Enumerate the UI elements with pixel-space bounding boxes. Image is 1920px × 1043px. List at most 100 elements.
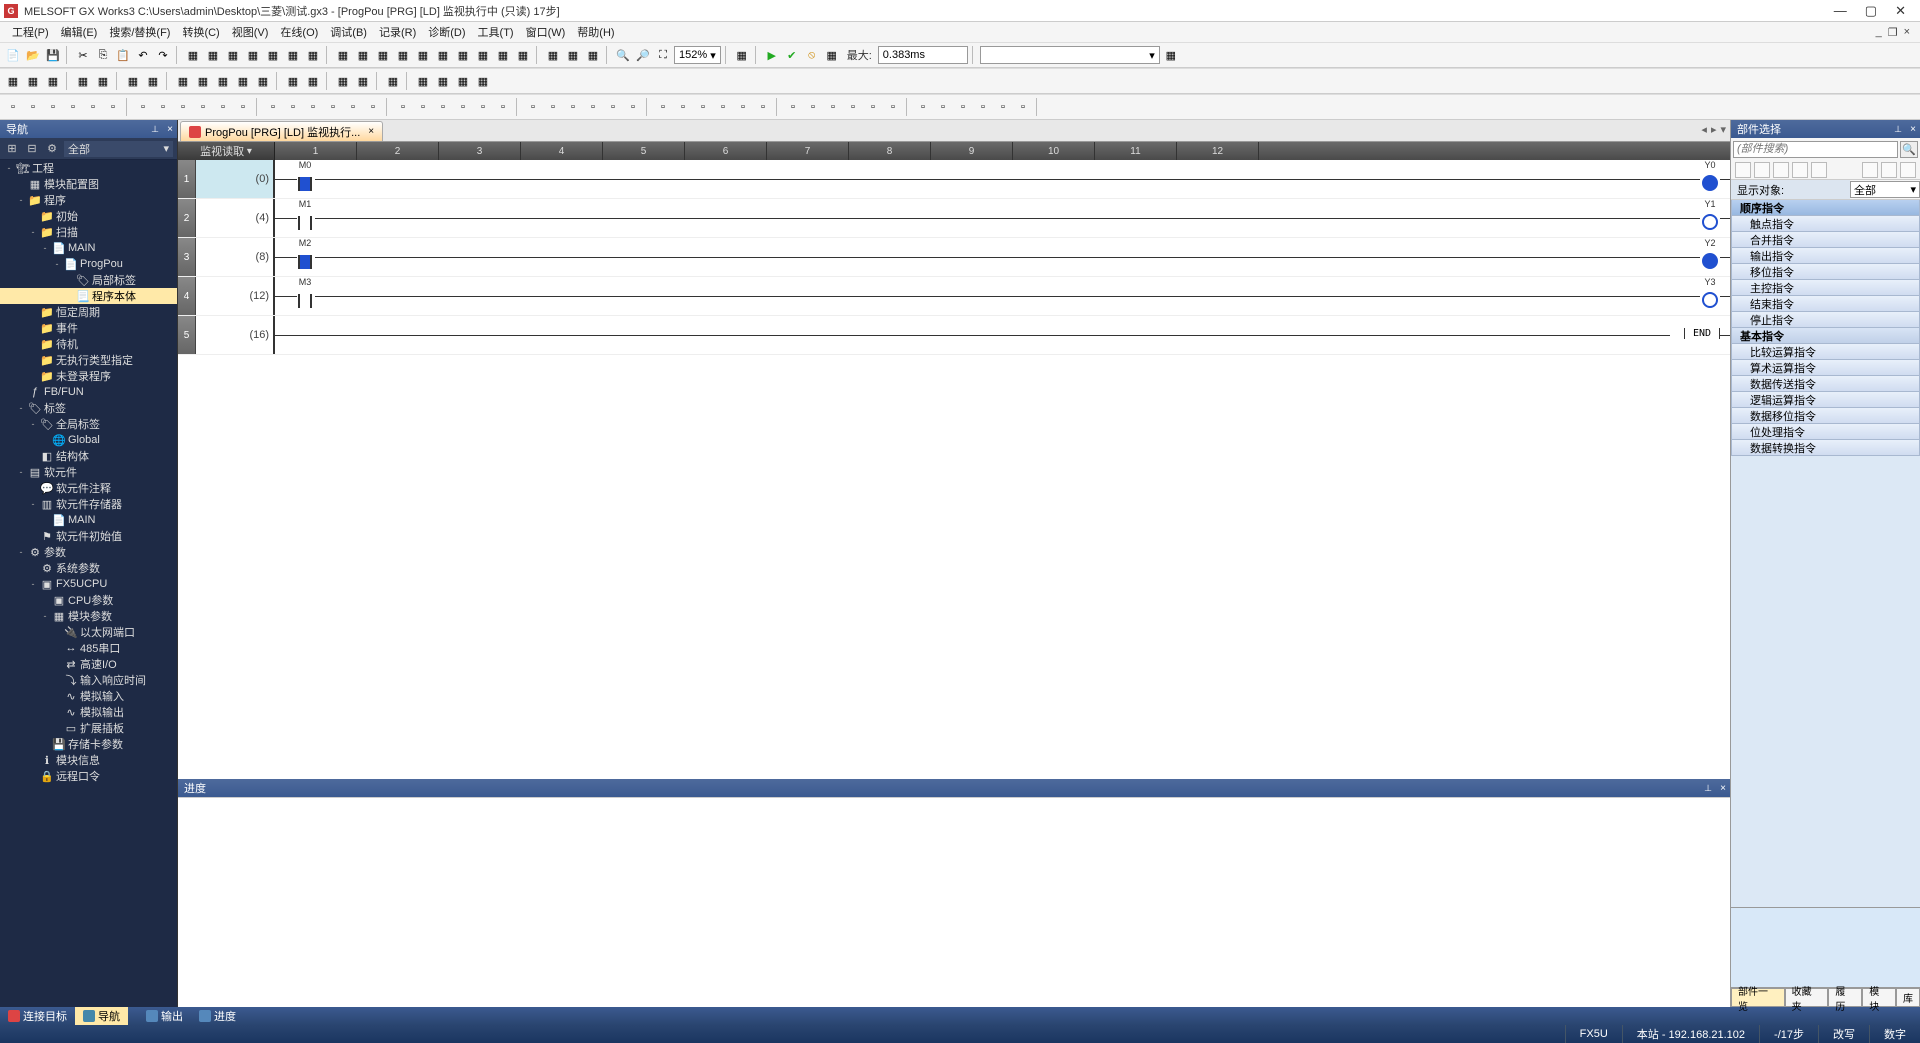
tb-generic[interactable]: ▦ bbox=[354, 72, 372, 90]
tb-generic[interactable]: ▦ bbox=[394, 46, 412, 64]
tb-generic[interactable]: ▦ bbox=[494, 46, 512, 64]
tb-generic[interactable]: ▦ bbox=[584, 46, 602, 64]
tree-node[interactable]: 📁未登录程序 bbox=[0, 368, 177, 384]
parts-category[interactable]: 结束指令 bbox=[1731, 296, 1920, 312]
tb-generic[interactable]: ▦ bbox=[194, 72, 212, 90]
ladder-tool-icon[interactable]: ▫ bbox=[934, 98, 952, 116]
tb-generic[interactable]: ▦ bbox=[184, 46, 202, 64]
ladder-tool-icon[interactable]: ▫ bbox=[154, 98, 172, 116]
search-icon[interactable]: 🔍 bbox=[1900, 141, 1918, 158]
tb-generic[interactable]: ▦ bbox=[384, 72, 402, 90]
tree-node[interactable]: 💬软元件注释 bbox=[0, 480, 177, 496]
parts-tool-icon[interactable] bbox=[1773, 162, 1789, 178]
ladder-tool-icon[interactable]: ▫ bbox=[884, 98, 902, 116]
parts-tool-icon[interactable] bbox=[1735, 162, 1751, 178]
ladder-tool-icon[interactable]: ▫ bbox=[584, 98, 602, 116]
ladder-tool-icon[interactable]: ▫ bbox=[194, 98, 212, 116]
tree-node[interactable]: ⇄高速I/O bbox=[0, 656, 177, 672]
ladder-tool-icon[interactable]: ▫ bbox=[624, 98, 642, 116]
tb-generic[interactable]: ▦ bbox=[254, 72, 272, 90]
tb-generic[interactable]: ▦ bbox=[4, 72, 22, 90]
coil[interactable]: Y3 bbox=[1700, 285, 1720, 309]
tb-generic[interactable]: ▦ bbox=[304, 72, 322, 90]
tree-node[interactable]: 🔒远程口令 bbox=[0, 768, 177, 784]
ladder-rung[interactable]: 3(8)M2Y2 bbox=[178, 238, 1730, 277]
ladder-tool-icon[interactable]: ▫ bbox=[324, 98, 342, 116]
tree-node[interactable]: ⚙系统参数 bbox=[0, 560, 177, 576]
ladder-tool-icon[interactable]: ▫ bbox=[64, 98, 82, 116]
ladder-tool-icon[interactable]: ▫ bbox=[394, 98, 412, 116]
tree-node[interactable]: ▭扩展插板 bbox=[0, 720, 177, 736]
parts-tool-icon[interactable] bbox=[1811, 162, 1827, 178]
parts-category[interactable]: 停止指令 bbox=[1731, 312, 1920, 328]
tree-node[interactable]: 🔌以太网端口 bbox=[0, 624, 177, 640]
tree-node[interactable]: 📁无执行类型指定 bbox=[0, 352, 177, 368]
ladder-tool-icon[interactable]: ▫ bbox=[474, 98, 492, 116]
tree-node[interactable]: ◧结构体 bbox=[0, 448, 177, 464]
tree-node[interactable]: 📁初始 bbox=[0, 208, 177, 224]
menu-item[interactable]: 转换(C) bbox=[176, 22, 225, 42]
coil[interactable]: Y1 bbox=[1700, 207, 1720, 231]
ladder-tool-icon[interactable]: ▫ bbox=[284, 98, 302, 116]
tree-node[interactable]: -⚙参数 bbox=[0, 544, 177, 560]
menu-item[interactable]: 视图(V) bbox=[226, 22, 275, 42]
tree-node[interactable]: ∿模拟输入 bbox=[0, 688, 177, 704]
tree-node[interactable]: ℹ模块信息 bbox=[0, 752, 177, 768]
tb-generic[interactable]: ▦ bbox=[414, 72, 432, 90]
tree-node[interactable]: -▣FX5UCPU bbox=[0, 576, 177, 592]
tree-node[interactable]: -📄ProgPou bbox=[0, 256, 177, 272]
tb-generic[interactable]: ▦ bbox=[374, 46, 392, 64]
zoom-combo[interactable]: 152% ▾ bbox=[674, 46, 721, 64]
tb-generic[interactable]: ▦ bbox=[284, 46, 302, 64]
tree-node[interactable]: ∿模拟输出 bbox=[0, 704, 177, 720]
ladder-tool-icon[interactable]: ▫ bbox=[104, 98, 122, 116]
ladder-tool-icon[interactable]: ▫ bbox=[844, 98, 862, 116]
tree-node[interactable]: -▦模块参数 bbox=[0, 608, 177, 624]
tree-node[interactable]: -📁程序 bbox=[0, 192, 177, 208]
ladder-rung[interactable]: 5(16)END bbox=[178, 316, 1730, 355]
tb-generic[interactable]: ▦ bbox=[733, 46, 751, 64]
parts-tool-icon[interactable] bbox=[1862, 162, 1878, 178]
tree-node[interactable]: 📄MAIN bbox=[0, 512, 177, 528]
parts-search-input[interactable] bbox=[1733, 141, 1898, 158]
pin-icon[interactable]: ⊥ bbox=[151, 124, 159, 135]
tree-node[interactable]: -📄MAIN bbox=[0, 240, 177, 256]
contact[interactable]: M3 bbox=[295, 285, 315, 309]
parts-tab[interactable]: 模块 bbox=[1862, 988, 1896, 1007]
menu-item[interactable]: 调试(B) bbox=[324, 22, 373, 42]
tb-generic[interactable]: ▦ bbox=[514, 46, 532, 64]
ladder-tool-icon[interactable]: ▫ bbox=[674, 98, 692, 116]
parts-category[interactable]: 基本指令 bbox=[1731, 328, 1920, 344]
tb-generic[interactable]: ▦ bbox=[434, 72, 452, 90]
redo-icon[interactable]: ↷ bbox=[154, 46, 172, 64]
parts-tool-icon[interactable] bbox=[1900, 162, 1916, 178]
open-icon[interactable]: 📂 bbox=[24, 46, 42, 64]
tree-node[interactable]: -🏗工程 bbox=[0, 160, 177, 176]
parts-tool-icon[interactable] bbox=[1792, 162, 1808, 178]
tree-node[interactable]: -▥软元件存储器 bbox=[0, 496, 177, 512]
ladder-tool-icon[interactable]: ▫ bbox=[864, 98, 882, 116]
tb-generic[interactable]: ▦ bbox=[1162, 46, 1180, 64]
tb-generic[interactable]: ▦ bbox=[124, 72, 142, 90]
bottom-tab-connection[interactable]: 连接目标 bbox=[0, 1007, 75, 1025]
ladder-tool-icon[interactable]: ▫ bbox=[564, 98, 582, 116]
ladder-tool-icon[interactable]: ▫ bbox=[914, 98, 932, 116]
copy-icon[interactable]: ⎘ bbox=[94, 46, 112, 64]
parts-tool-icon[interactable] bbox=[1754, 162, 1770, 178]
tb-generic[interactable]: ▦ bbox=[823, 46, 841, 64]
ladder-tool-icon[interactable]: ▫ bbox=[414, 98, 432, 116]
ladder-editor[interactable]: 监视读取 ▾ 123456789101112 1(0)M0Y02(4)M1Y13… bbox=[178, 142, 1730, 779]
nav-tool-icon[interactable]: ⊞ bbox=[4, 141, 20, 157]
tree-node[interactable]: 📁事件 bbox=[0, 320, 177, 336]
ladder-tool-icon[interactable]: ▫ bbox=[494, 98, 512, 116]
zoom-out-icon[interactable]: 🔍 bbox=[614, 46, 632, 64]
tb-generic[interactable]: ▦ bbox=[264, 46, 282, 64]
ladder-tool-icon[interactable]: ▫ bbox=[264, 98, 282, 116]
tree-node[interactable]: 🏷局部标签 bbox=[0, 272, 177, 288]
tb-generic[interactable]: ▦ bbox=[214, 72, 232, 90]
ladder-tool-icon[interactable]: ▫ bbox=[84, 98, 102, 116]
ladder-tool-icon[interactable]: ▫ bbox=[304, 98, 322, 116]
check-icon[interactable]: ✔ bbox=[783, 46, 801, 64]
pin-icon[interactable]: ⊥ bbox=[1704, 783, 1712, 794]
contact[interactable]: M2 bbox=[295, 246, 315, 270]
